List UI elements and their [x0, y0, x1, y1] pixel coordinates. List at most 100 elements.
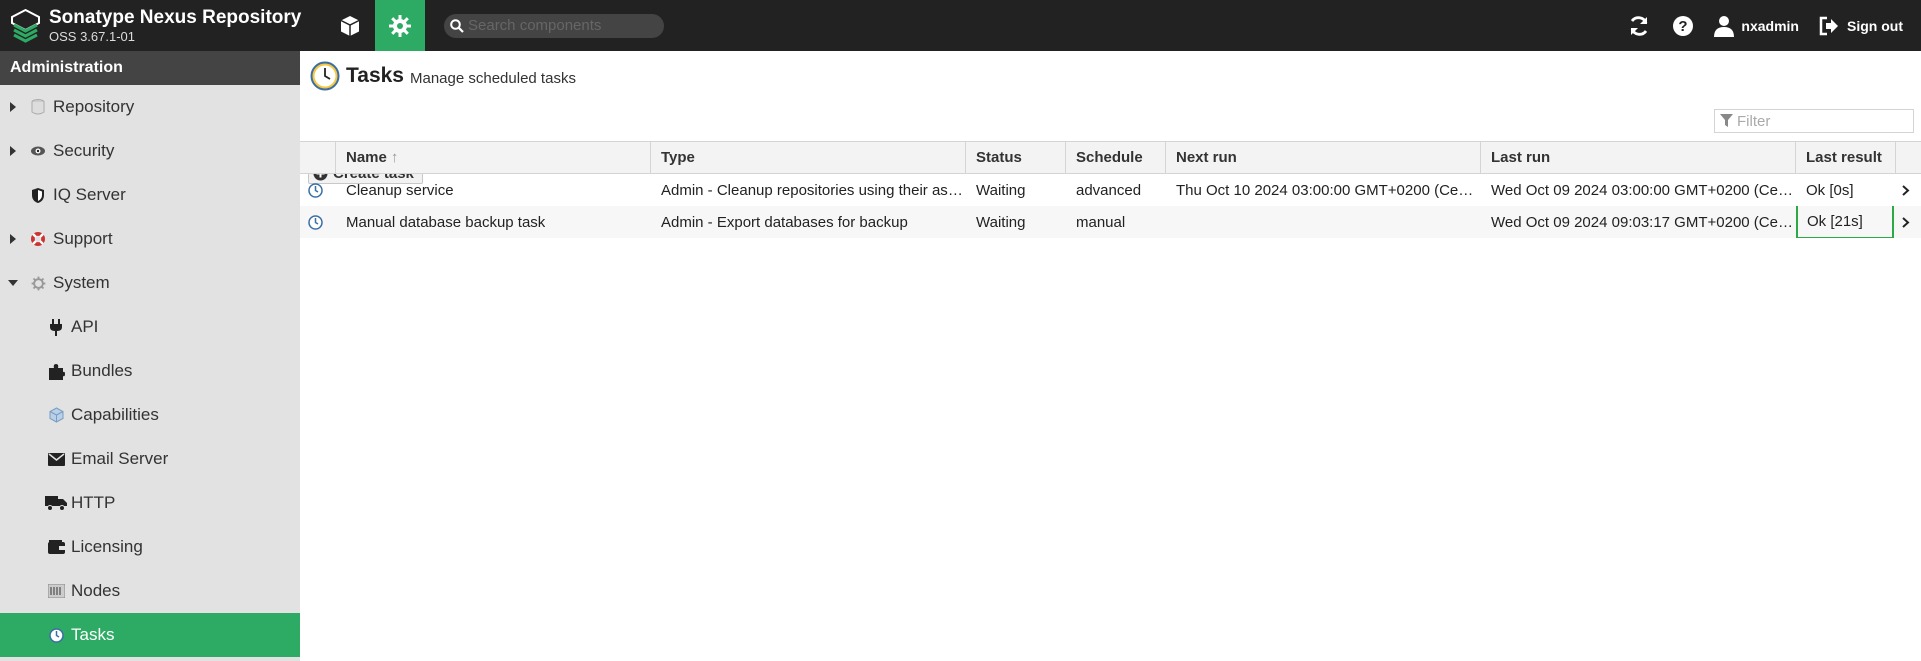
- caret-right-icon[interactable]: [9, 234, 17, 244]
- gear-icon: [389, 14, 411, 37]
- brand-name: Sonatype Nexus Repository: [49, 6, 302, 28]
- sidebar-item-label: API: [71, 317, 99, 336]
- cell-text: Thu Oct 10 2024 03:00:00 GMT+0200 (Centr…: [1176, 181, 1481, 199]
- cell-last-result: Ok [21s]: [1796, 206, 1896, 238]
- sidebar-item-label: Capabilities: [71, 405, 159, 424]
- sidebar-item-label: Security: [53, 141, 115, 160]
- sidebar-item-repository[interactable]: Repository: [0, 85, 300, 129]
- cell-text: Ok [0s]: [1806, 181, 1854, 199]
- admin-mode-button[interactable]: [375, 0, 425, 51]
- sign-out-icon: [1819, 16, 1838, 35]
- search-input[interactable]: [468, 17, 658, 34]
- user-menu-button[interactable]: nxadmin: [1705, 0, 1813, 51]
- sidebar-item-nodes[interactable]: Nodes: [0, 569, 300, 613]
- clock-icon: [308, 182, 323, 198]
- clock-icon: [310, 61, 340, 91]
- column-header-name[interactable]: Name ↑: [336, 142, 651, 173]
- cell-text: Waiting: [976, 213, 1026, 231]
- sidebar-item-label: System: [53, 273, 110, 292]
- refresh-button[interactable]: [1617, 0, 1661, 51]
- sidebar-item-label: Support: [53, 229, 113, 248]
- cell-text: Wed Oct 09 2024 03:00:00 GMT+0200 (Centr…: [1491, 181, 1796, 199]
- server-icon: [47, 584, 65, 598]
- cell-text: Admin - Export databases for backup: [661, 213, 908, 231]
- cell-name: Cleanup service: [336, 174, 651, 206]
- column-header-type[interactable]: Type: [651, 142, 966, 173]
- lifebuoy-icon: [31, 232, 45, 246]
- sort-ascending-icon: ↑: [390, 149, 399, 166]
- caret-right-icon[interactable]: [9, 102, 17, 112]
- icon-column-header: [300, 142, 336, 173]
- column-header-last-result[interactable]: Last result: [1796, 142, 1896, 173]
- cell-next-run: [1166, 206, 1481, 238]
- svg-text:?: ?: [1679, 18, 1688, 35]
- sidebar-item-label: HTTP: [71, 493, 116, 512]
- cell-text: Waiting: [976, 181, 1026, 199]
- search-icon: [450, 18, 464, 33]
- refresh-icon: [1631, 15, 1648, 36]
- row-icon-cell: [300, 174, 336, 206]
- cell-text: Manual database backup task: [346, 213, 546, 231]
- table-row[interactable]: Manual database backup task Admin - Expo…: [300, 206, 1921, 238]
- column-header-next-run[interactable]: Next run: [1166, 142, 1481, 173]
- filter-input[interactable]: [1737, 112, 1907, 130]
- grid-header: Name ↑ Type Status Schedule Next run Las…: [300, 141, 1921, 174]
- plug-icon: [50, 318, 62, 336]
- truck-icon: [45, 496, 67, 511]
- shield-icon: [32, 187, 44, 203]
- column-header-last-run[interactable]: Last run: [1481, 142, 1796, 173]
- page-title: Tasks: [346, 64, 404, 87]
- sidebar-item-capabilities[interactable]: Capabilities: [0, 393, 300, 437]
- clock-icon: [48, 627, 64, 643]
- cell-last-result: Ok [0s]: [1796, 174, 1896, 206]
- sidebar-item-label: Email Server: [71, 449, 169, 468]
- column-header-schedule[interactable]: Schedule: [1066, 142, 1166, 173]
- highlight-box: Ok [21s]: [1796, 206, 1894, 238]
- column-header-status[interactable]: Status: [966, 142, 1066, 173]
- row-icon-cell: [300, 206, 336, 238]
- help-button[interactable]: ?: [1661, 0, 1705, 51]
- sidebar-item-tasks[interactable]: Tasks: [0, 613, 300, 657]
- sidebar-item-label: Repository: [53, 97, 135, 116]
- sidebar-item-bundles[interactable]: Bundles: [0, 349, 300, 393]
- sidebar-item-email-server[interactable]: Email Server: [0, 437, 300, 481]
- cell-name: Manual database backup task: [336, 206, 651, 238]
- sidebar-item-iq-server[interactable]: IQ Server: [0, 173, 300, 217]
- chevron-right-icon: [1902, 216, 1910, 228]
- sidebar-item-system[interactable]: System: [0, 261, 300, 305]
- caret-down-icon[interactable]: [8, 279, 18, 287]
- tasks-grid: Name ↑ Type Status Schedule Next run Las…: [300, 141, 1921, 238]
- sidebar-item-label: Licensing: [71, 537, 143, 556]
- cell-type: Admin - Export databases for backup: [651, 206, 966, 238]
- column-header-label: Next run: [1176, 149, 1237, 166]
- clock-icon: [308, 214, 323, 230]
- caret-right-icon[interactable]: [9, 146, 17, 156]
- cell-schedule: manual: [1066, 206, 1166, 238]
- sign-out-button[interactable]: Sign out: [1813, 0, 1921, 51]
- sidebar-item-licensing[interactable]: Licensing: [0, 525, 300, 569]
- top-header: Sonatype Nexus Repository OSS 3.67.1-01: [0, 0, 1921, 51]
- row-drilldown-arrow[interactable]: [1896, 174, 1921, 206]
- column-header-label: Type: [661, 149, 695, 166]
- column-header-label: Status: [976, 149, 1022, 166]
- sidebar-item-api[interactable]: API: [0, 305, 300, 349]
- cell-text: Wed Oct 09 2024 09:03:17 GMT+0200 (Centr…: [1491, 213, 1796, 231]
- page-subtitle: Manage scheduled tasks: [410, 69, 576, 87]
- table-row[interactable]: Cleanup service Admin - Cleanup reposito…: [300, 174, 1921, 206]
- browse-mode-button[interactable]: [325, 0, 375, 51]
- filter-box: [1714, 109, 1914, 133]
- cube-icon: [49, 407, 63, 423]
- row-drilldown-arrow[interactable]: [1896, 206, 1921, 238]
- brand[interactable]: Sonatype Nexus Repository OSS 3.67.1-01: [0, 0, 322, 51]
- sidebar-item-security[interactable]: Security: [0, 129, 300, 173]
- sidebar-item-support[interactable]: Support: [0, 217, 300, 261]
- puzzle-icon: [48, 363, 65, 380]
- sidebar-item-label: Bundles: [71, 361, 133, 380]
- main-panel: Tasks Manage scheduled tasks Create task…: [300, 51, 1921, 661]
- sidebar-item-http[interactable]: HTTP: [0, 481, 300, 525]
- cell-text: Cleanup service: [346, 181, 454, 199]
- cell-text: Ok [21s]: [1807, 212, 1863, 230]
- filter-icon: [1720, 114, 1733, 127]
- user-icon: [1714, 15, 1735, 37]
- cell-last-run: Wed Oct 09 2024 03:00:00 GMT+0200 (Centr…: [1481, 174, 1796, 206]
